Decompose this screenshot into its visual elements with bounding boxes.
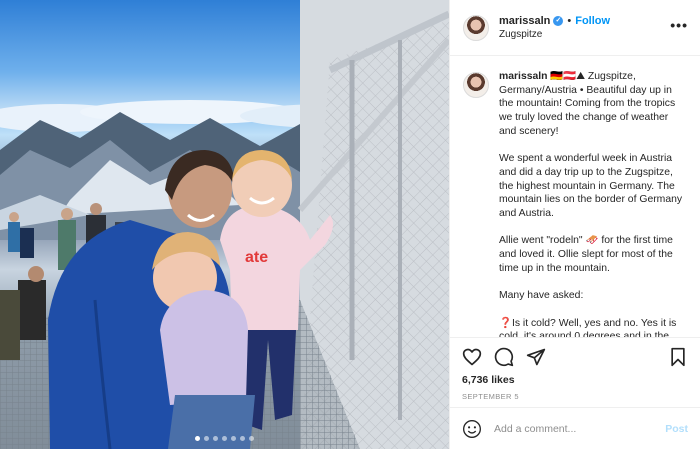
carousel-dot[interactable] bbox=[213, 436, 218, 441]
action-icons bbox=[462, 346, 688, 368]
comment-icon[interactable] bbox=[494, 347, 514, 367]
post-date: SEPTEMBER 5 bbox=[462, 392, 519, 401]
bookmark-icon[interactable] bbox=[668, 347, 688, 367]
separator-dot: • bbox=[567, 14, 572, 27]
caption-area[interactable]: marissaln 🇩🇪🇦🇹⛰ Zugspitze, Germany/Austr… bbox=[450, 56, 700, 337]
carousel-indicator bbox=[0, 436, 449, 441]
comment-bar: Post bbox=[450, 407, 700, 449]
caption-username-link[interactable]: marissaln bbox=[499, 71, 548, 82]
carousel-dot[interactable] bbox=[204, 436, 209, 441]
username-link[interactable]: marissaln bbox=[499, 14, 550, 28]
post-modal: ate marissaln ✓ • Follow Zugspitze ••• m… bbox=[0, 0, 700, 449]
carousel-dot[interactable] bbox=[249, 436, 254, 441]
avatar[interactable] bbox=[463, 14, 489, 41]
like-heart-icon[interactable] bbox=[462, 347, 482, 367]
follow-button[interactable]: Follow bbox=[575, 14, 610, 28]
carousel-dot[interactable] bbox=[231, 436, 236, 441]
location-link[interactable]: Zugspitze bbox=[499, 28, 670, 42]
caption-row: marissaln 🇩🇪🇦🇹⛰ Zugspitze, Germany/Austr… bbox=[463, 70, 688, 337]
likes-count[interactable]: 6,736 likes bbox=[462, 374, 688, 386]
photo-illustration: ate bbox=[0, 0, 449, 449]
carousel-dot[interactable] bbox=[222, 436, 227, 441]
more-options-icon[interactable]: ••• bbox=[670, 17, 688, 33]
carousel-dot[interactable] bbox=[195, 436, 200, 441]
share-icon[interactable] bbox=[526, 347, 546, 367]
post-side-panel: marissaln ✓ • Follow Zugspitze ••• maris… bbox=[449, 0, 700, 449]
verified-badge-icon: ✓ bbox=[553, 15, 564, 26]
carousel-dot[interactable] bbox=[240, 436, 245, 441]
comment-input[interactable] bbox=[492, 421, 666, 436]
post-header: marissaln ✓ • Follow Zugspitze ••• bbox=[450, 0, 700, 56]
caption-avatar[interactable] bbox=[463, 72, 489, 98]
svg-text:ate: ate bbox=[245, 249, 268, 266]
post-comment-button[interactable]: Post bbox=[665, 423, 688, 435]
actions-bar: 6,736 likes SEPTEMBER 5 bbox=[450, 337, 700, 407]
caption-text: marissaln 🇩🇪🇦🇹⛰ Zugspitze, Germany/Austr… bbox=[499, 70, 688, 337]
header-text: marissaln ✓ • Follow Zugspitze bbox=[499, 14, 670, 42]
post-photo[interactable]: ate bbox=[0, 0, 449, 449]
caption-body: 🇩🇪🇦🇹⛰ Zugspitze, Germany/Austria • Beaut… bbox=[499, 71, 683, 337]
header-line: marissaln ✓ • Follow bbox=[499, 14, 670, 28]
emoji-icon[interactable] bbox=[462, 419, 482, 439]
